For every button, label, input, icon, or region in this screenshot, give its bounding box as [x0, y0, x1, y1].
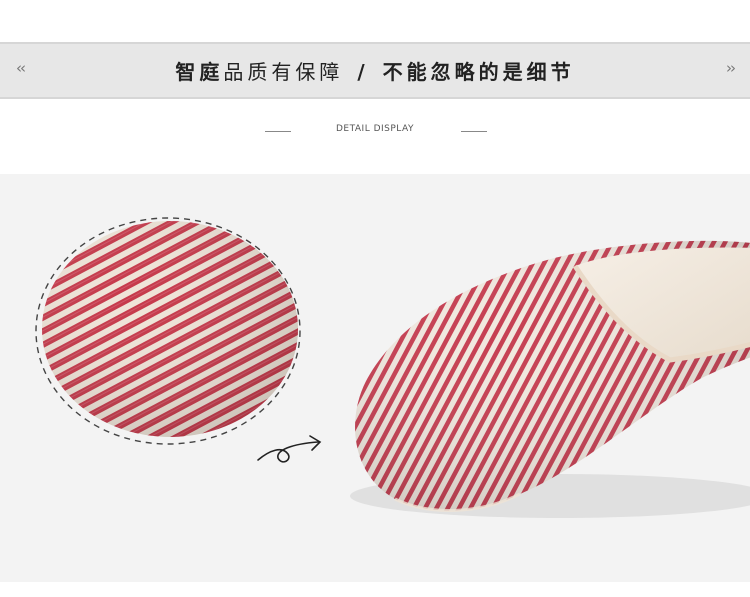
- title-brand: 智庭: [175, 60, 224, 84]
- detail-caption-row: DETAIL DISPLAY: [0, 124, 750, 140]
- slipper-image: [350, 240, 750, 518]
- curly-arrow-icon: [257, 435, 322, 463]
- fabric-closeup: [42, 221, 298, 437]
- next-arrows-icon[interactable]: ››: [726, 59, 736, 77]
- title-separator: /: [357, 60, 369, 84]
- title-quality: 品质有保障: [223, 60, 344, 84]
- detail-caption: DETAIL DISPLAY: [335, 124, 414, 134]
- caption-right-line: [461, 131, 487, 132]
- title-details: 不能忽略的是细节: [382, 60, 575, 84]
- header-band: ‹‹ 智庭品质有保障 / 不能忽略的是细节 ››: [0, 42, 750, 99]
- product-photo: [0, 174, 750, 582]
- page-title: 智庭品质有保障 / 不能忽略的是细节: [0, 56, 750, 85]
